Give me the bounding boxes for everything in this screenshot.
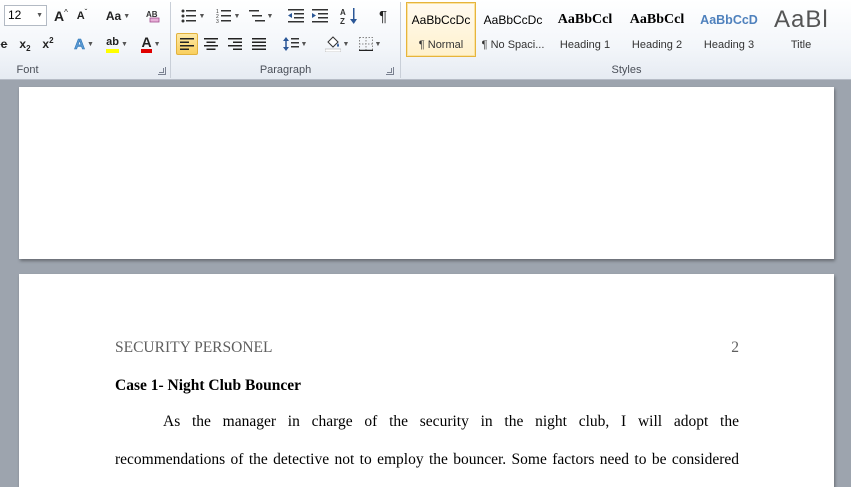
chevron-down-icon: ▼ — [123, 12, 131, 20]
increase-indent-icon — [312, 9, 328, 23]
font-color-button[interactable]: A ▼ — [137, 33, 165, 55]
font-group-label: Font — [16, 64, 39, 76]
body-paragraph-line[interactable]: As the manager in charge of the security… — [115, 413, 739, 431]
sort-icon: A Z — [340, 8, 357, 25]
decrease-indent-icon — [288, 9, 304, 23]
chevron-down-icon: ▼ — [120, 40, 128, 48]
body-paragraph-line[interactable]: recommendations of the detective not to … — [115, 451, 739, 469]
text-effects-button[interactable]: A ▼ — [70, 33, 98, 55]
decrease-indent-button[interactable] — [285, 5, 307, 27]
change-case-button[interactable]: Aa ▼ — [103, 5, 133, 27]
chevron-down-icon: ▼ — [86, 40, 94, 48]
shading-button[interactable]: ▼ — [322, 33, 352, 55]
strikethrough-icon: e — [0, 37, 8, 51]
case-heading[interactable]: Case 1- Night Club Bouncer — [115, 377, 301, 395]
font-dialog-launcher[interactable] — [158, 67, 166, 75]
paragraph-group-label: Paragraph — [259, 64, 312, 76]
bullets-icon — [181, 9, 196, 23]
multilevel-list-icon — [248, 10, 265, 22]
svg-text:3: 3 — [216, 19, 219, 23]
chevron-down-icon: ▼ — [36, 12, 43, 19]
styles-gallery: AaBbCcDc ¶ Normal AaBbCcDc ¶ No Spaci...… — [404, 0, 851, 62]
align-right-icon — [228, 38, 242, 50]
style-heading-1[interactable]: AaBbCcl Heading 1 — [550, 2, 620, 57]
style-normal[interactable]: AaBbCcDc ¶ Normal — [406, 2, 476, 57]
clear-formatting-button[interactable]: AB — [143, 5, 165, 27]
grow-font-button[interactable]: A ^ — [51, 5, 71, 27]
chevron-down-icon: ▼ — [153, 40, 161, 48]
chevron-down-icon: ▼ — [300, 40, 308, 48]
show-formatting-marks-button[interactable]: ¶ — [372, 5, 394, 27]
document-page[interactable]: SECURITY PERSONEL 2 Case 1- Night Club B… — [19, 274, 834, 487]
increase-indent-button[interactable] — [309, 5, 331, 27]
align-left-icon — [180, 38, 194, 50]
line-spacing-icon — [282, 37, 299, 51]
shrink-font-button[interactable]: Aˇ — [73, 5, 91, 27]
chevron-down-icon: ▼ — [233, 12, 241, 20]
sort-button[interactable]: A Z — [338, 5, 360, 27]
multilevel-list-button[interactable]: ▼ — [247, 5, 275, 27]
style-no-spacing[interactable]: AaBbCcDc ¶ No Spaci... — [478, 2, 548, 57]
style-heading-2[interactable]: AaBbCcl Heading 2 — [622, 2, 692, 57]
subscript-icon: 2 — [26, 43, 31, 53]
document-page[interactable] — [19, 87, 834, 259]
line-spacing-button[interactable]: ▼ — [280, 33, 310, 55]
group-separator — [400, 2, 401, 78]
borders-icon — [358, 37, 373, 51]
font-size-input[interactable]: 12 ▼ — [4, 5, 47, 26]
align-left-button[interactable] — [176, 33, 198, 55]
clear-formatting-icon: AB — [146, 10, 160, 23]
bullets-button[interactable]: ▼ — [177, 5, 209, 27]
justify-button[interactable] — [248, 33, 270, 55]
strikethrough-button[interactable]: e — [0, 33, 12, 55]
text-effects-icon: A — [74, 35, 85, 53]
caret-down-small-icon: ˇ — [84, 7, 88, 17]
svg-text:Z: Z — [340, 17, 345, 25]
align-center-icon — [204, 38, 218, 50]
chevron-down-icon: ▼ — [342, 40, 350, 48]
numbering-button[interactable]: 1 2 3 ▼ — [212, 5, 244, 27]
numbering-icon: 1 2 3 — [216, 9, 231, 23]
chevron-down-icon: ▼ — [266, 12, 274, 20]
align-right-button[interactable] — [224, 33, 246, 55]
chevron-down-icon: ▼ — [198, 12, 206, 20]
paragraph-dialog-launcher[interactable] — [386, 67, 394, 75]
ribbon: 12 ▼ A ^ Aˇ Aa ▼ AB e x2 x2 A ▼ ab ▼ A ▼ Font — [0, 0, 851, 80]
caret-up-icon: ^ — [64, 7, 68, 17]
superscript-button[interactable]: x2 — [38, 33, 58, 55]
highlight-button[interactable]: ab ▼ — [101, 33, 133, 55]
justify-icon — [252, 38, 266, 50]
style-heading-3[interactable]: AaBbCcD Heading 3 — [694, 2, 764, 57]
page-header-text[interactable]: SECURITY PERSONEL — [115, 339, 272, 357]
borders-button[interactable]: ▼ — [355, 33, 385, 55]
style-title[interactable]: AaBl Title — [766, 2, 836, 57]
paint-bucket-icon — [324, 36, 341, 52]
align-center-button[interactable] — [200, 33, 222, 55]
subscript-button[interactable]: x2 — [15, 33, 35, 55]
svg-text:A: A — [340, 8, 346, 17]
chevron-down-icon: ▼ — [374, 40, 382, 48]
superscript-icon: 2 — [49, 35, 54, 45]
styles-group-label: Styles — [611, 64, 642, 76]
page-number[interactable]: 2 — [731, 339, 739, 357]
